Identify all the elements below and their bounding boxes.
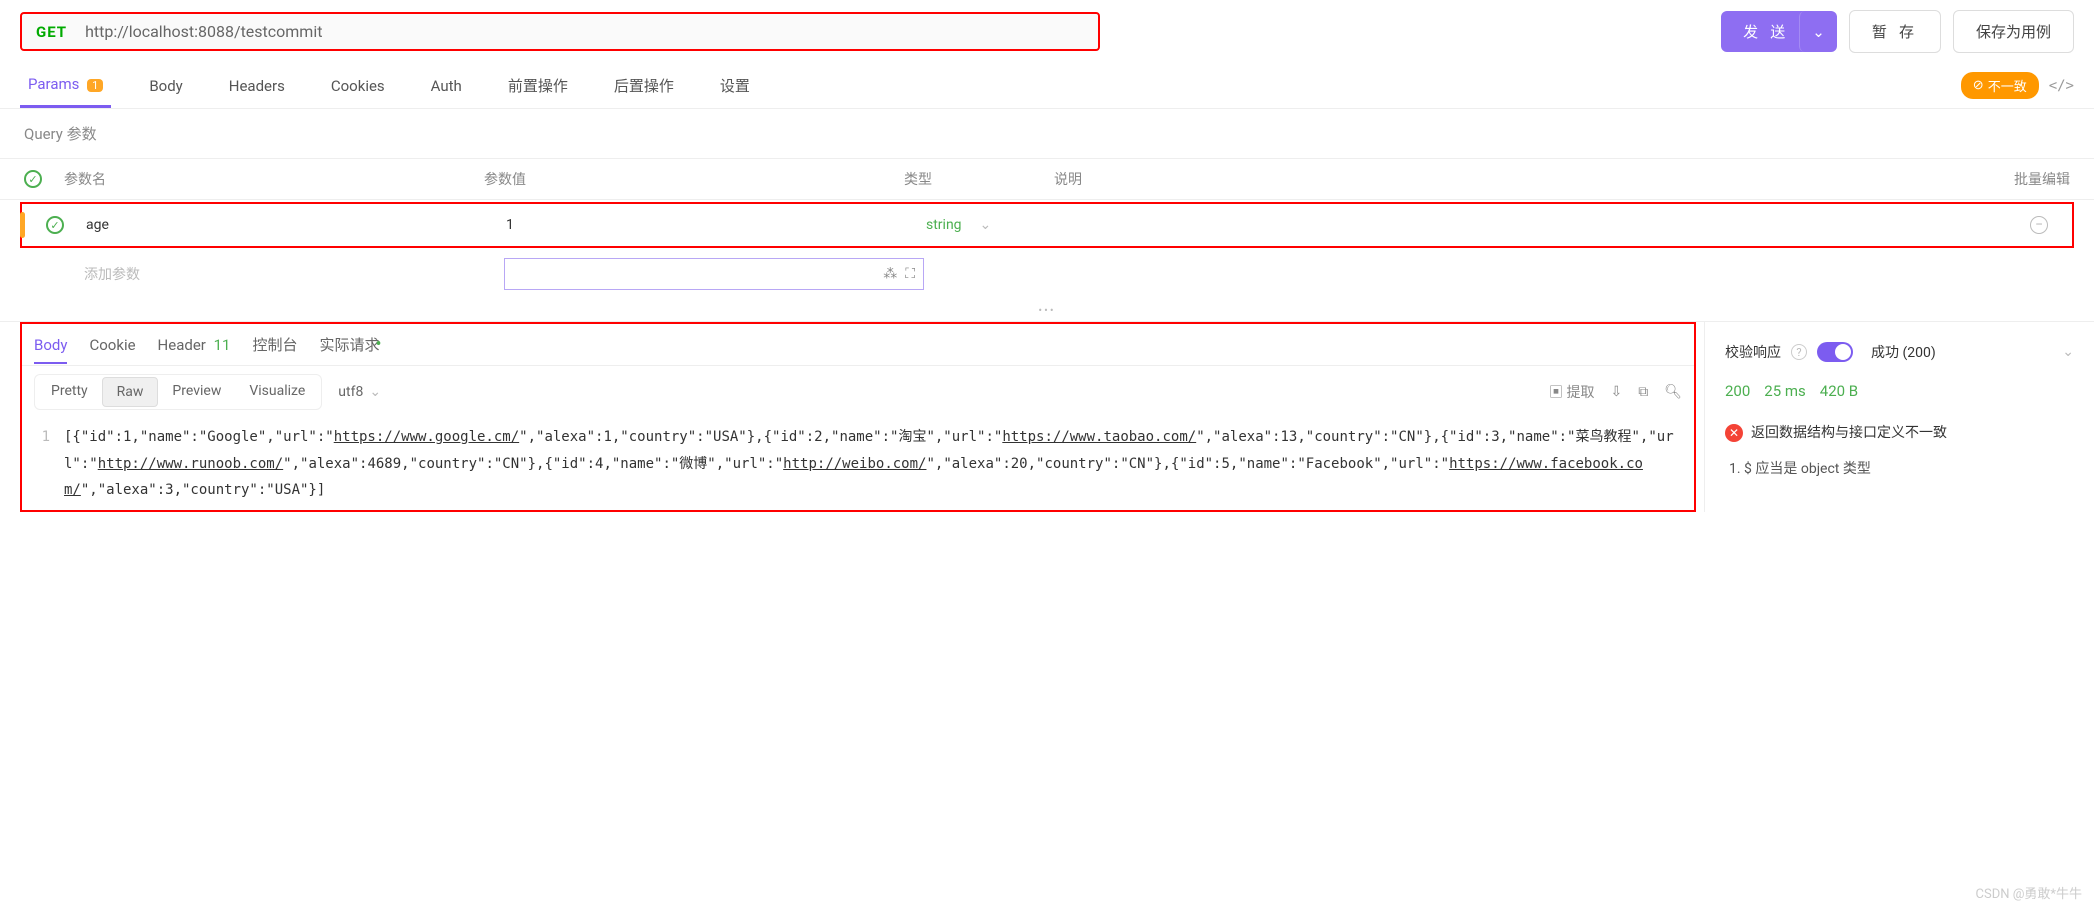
send-button[interactable]: 发 送 xyxy=(1721,11,1811,52)
resize-handle[interactable]: ••• xyxy=(0,300,2094,321)
extract-button[interactable]: ▣ 提取 xyxy=(1549,382,1594,402)
response-time: 25 ms xyxy=(1764,382,1805,400)
tab-settings[interactable]: 设置 xyxy=(712,63,758,108)
param-name-input[interactable]: age xyxy=(86,217,506,233)
help-icon[interactable]: ? xyxy=(1791,344,1807,360)
copy-icon[interactable]: ⧉ xyxy=(1638,384,1648,400)
line-number: 1 xyxy=(34,424,64,504)
add-param-row[interactable]: 添加参数 ⁂ ⛶ xyxy=(20,248,2074,300)
type-value: string xyxy=(926,217,962,233)
expand-icon[interactable]: ⛶ xyxy=(905,266,915,282)
warning-icon: ⊘ xyxy=(1973,78,1984,93)
error-icon: ✕ xyxy=(1725,424,1743,442)
chevron-down-icon: ⌄ xyxy=(369,384,381,400)
rtab-body[interactable]: Body xyxy=(34,336,67,364)
response-body[interactable]: 1 [{"id":1,"name":"Google","url":"https:… xyxy=(22,418,1694,510)
tab-auth[interactable]: Auth xyxy=(423,65,470,107)
encoding-select[interactable]: utf8 ⌄ xyxy=(338,384,381,400)
search-icon[interactable]: 🔍︎ xyxy=(1664,384,1682,400)
send-group: 发 送 ⌄ xyxy=(1721,11,1837,52)
param-value-input[interactable]: 1 xyxy=(506,217,926,233)
success-status[interactable]: 成功 (200) xyxy=(1871,342,1936,362)
method-label[interactable]: GET xyxy=(36,23,67,41)
validate-toggle[interactable] xyxy=(1817,342,1853,362)
col-type-header: 类型 xyxy=(904,169,1054,189)
response-size: 420 B xyxy=(1820,382,1858,400)
mismatch-label: 不一致 xyxy=(1988,76,2027,95)
url-input[interactable]: http://localhost:8088/testcommit xyxy=(85,22,322,41)
param-type-select[interactable]: string ⌄ xyxy=(926,217,1076,233)
send-dropdown-button[interactable]: ⌄ xyxy=(1799,11,1837,52)
check-all-icon[interactable]: ✓ xyxy=(24,170,42,188)
tab-pre-request[interactable]: 前置操作 xyxy=(500,63,576,108)
tab-cookies[interactable]: Cookies xyxy=(323,65,393,107)
tab-params[interactable]: Params 1 xyxy=(20,63,111,108)
validation-error: ✕ 返回数据结构与接口定义不一致 xyxy=(1725,412,2074,452)
url-bar[interactable]: GET http://localhost:8088/testcommit xyxy=(20,12,1100,51)
download-icon[interactable]: ⇩ xyxy=(1610,384,1622,400)
add-value-input[interactable]: ⁂ ⛶ xyxy=(504,258,924,290)
response-panel: Body Cookie Header 11 控制台 实际请求• Pretty R… xyxy=(20,322,1696,512)
col-value-header: 参数值 xyxy=(484,169,904,189)
rtab-header[interactable]: Header 11 xyxy=(158,336,231,354)
response-sidebar: 校验响应 ? 成功 (200) ⌄ 200 25 ms 420 B ✕ 返回数据… xyxy=(1704,322,2094,512)
status-metrics: 200 25 ms 420 B xyxy=(1725,370,2074,412)
bulk-edit-link[interactable]: 批量编辑 xyxy=(1990,169,2070,189)
chevron-down-icon: ⌄ xyxy=(980,217,992,233)
rtab-header-label: Header xyxy=(158,336,206,354)
dot-icon: • xyxy=(376,334,382,355)
code-icon[interactable]: </> xyxy=(2049,78,2074,94)
col-desc-header: 说明 xyxy=(1054,169,1990,189)
tab-post-request[interactable]: 后置操作 xyxy=(606,63,682,108)
rtab-actual-label: 实际请求 xyxy=(319,336,379,354)
validate-label: 校验响应 xyxy=(1725,342,1781,362)
chevron-down-icon: ⌄ xyxy=(1812,24,1825,41)
encoding-value: utf8 xyxy=(338,384,363,400)
save-button[interactable]: 暂 存 xyxy=(1849,10,1941,53)
chevron-down-icon[interactable]: ⌄ xyxy=(2062,344,2074,360)
view-mode-tabs: Pretty Raw Preview Visualize utf8 ⌄ ▣ 提取… xyxy=(22,366,1694,418)
response-text[interactable]: [{"id":1,"name":"Google","url":"https://… xyxy=(64,424,1682,504)
error-message: 返回数据结构与接口定义不一致 xyxy=(1751,422,1947,442)
tab-body[interactable]: Body xyxy=(141,65,190,107)
rtab-cookie[interactable]: Cookie xyxy=(89,336,135,354)
request-tabs: Params 1 Body Headers Cookies Auth 前置操作 … xyxy=(0,63,2094,109)
view-pretty[interactable]: Pretty xyxy=(37,377,102,407)
magic-icon[interactable]: ⁂ xyxy=(883,266,897,282)
watermark: CSDN @勇敢*牛牛 xyxy=(1976,883,2082,902)
remove-row-icon[interactable]: − xyxy=(2030,216,2048,234)
response-tabs: Body Cookie Header 11 控制台 实际请求• xyxy=(22,324,1694,366)
mismatch-badge[interactable]: ⊘ 不一致 xyxy=(1961,72,2039,99)
status-code: 200 xyxy=(1725,382,1750,400)
rtab-console[interactable]: 控制台 xyxy=(252,334,297,355)
params-count-badge: 1 xyxy=(87,79,103,92)
add-param-placeholder[interactable]: 添加参数 xyxy=(84,264,504,284)
param-row: ✓ age 1 string ⌄ − xyxy=(20,202,2074,248)
view-raw[interactable]: Raw xyxy=(102,377,159,407)
row-check-icon[interactable]: ✓ xyxy=(46,216,64,234)
save-as-case-button[interactable]: 保存为用例 xyxy=(1953,10,2074,53)
tab-label: Params xyxy=(28,75,79,93)
header-count: 11 xyxy=(214,336,231,354)
query-section-title: Query 参数 xyxy=(0,109,2094,158)
modified-indicator xyxy=(20,212,25,238)
tab-headers[interactable]: Headers xyxy=(221,65,293,107)
view-visualize[interactable]: Visualize xyxy=(235,377,319,407)
error-detail: 1. $ 应当是 object 类型 xyxy=(1725,452,2074,478)
view-preview[interactable]: Preview xyxy=(158,377,235,407)
query-table-header: ✓ 参数名 参数值 类型 说明 批量编辑 xyxy=(0,158,2094,200)
rtab-actual[interactable]: 实际请求• xyxy=(319,334,381,355)
col-name-header: 参数名 xyxy=(64,169,484,189)
